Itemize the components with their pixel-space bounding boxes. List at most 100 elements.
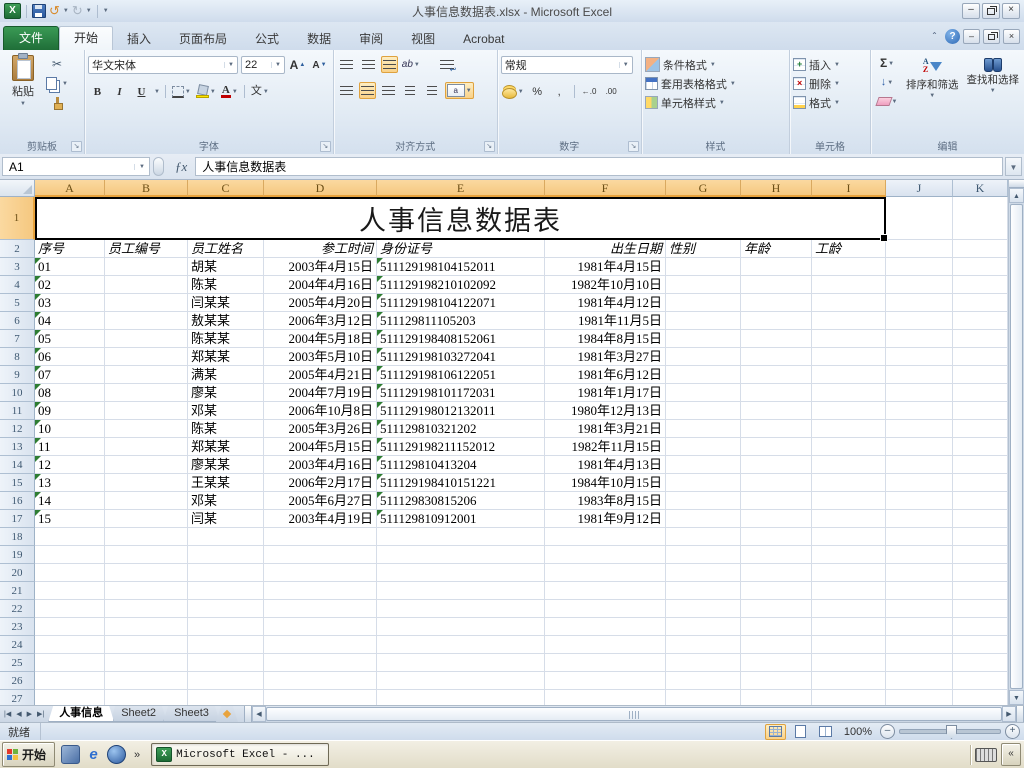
cell-E6[interactable]: 511129811105203 xyxy=(377,312,545,330)
cell-C11[interactable]: 邓某 xyxy=(188,402,264,420)
cell-A2[interactable]: 序号 xyxy=(35,240,105,258)
cell-K21[interactable] xyxy=(953,582,1008,600)
cell-E13[interactable]: 511129198211152012 xyxy=(377,438,545,456)
cell-I7[interactable] xyxy=(812,330,886,348)
cell-H8[interactable] xyxy=(741,348,812,366)
cell-J18[interactable] xyxy=(886,528,953,546)
cell-F26[interactable] xyxy=(545,672,666,690)
cell-H11[interactable] xyxy=(741,402,812,420)
cell-H10[interactable] xyxy=(741,384,812,402)
cell-K13[interactable] xyxy=(953,438,1008,456)
expand-formula-bar-button[interactable]: ▼ xyxy=(1005,157,1022,176)
redo-dropdown[interactable]: ▼ xyxy=(86,8,92,14)
column-header-G[interactable]: G xyxy=(666,180,741,197)
cell-K16[interactable] xyxy=(953,492,1008,510)
font-color-button[interactable]: A ▼ xyxy=(220,83,239,100)
cell-A7[interactable]: 05 xyxy=(35,330,105,348)
cell-H26[interactable] xyxy=(741,672,812,690)
show-desktop-icon[interactable] xyxy=(61,745,81,764)
cell-C15[interactable]: 王某某 xyxy=(188,474,264,492)
merge-center-button[interactable]: a ▼ xyxy=(444,82,474,99)
column-header-E[interactable]: E xyxy=(377,180,545,197)
cell-F27[interactable] xyxy=(545,690,666,705)
cell-F24[interactable] xyxy=(545,636,666,654)
column-header-A[interactable]: A xyxy=(35,180,105,197)
row-header-4[interactable]: 4 xyxy=(0,276,35,294)
cell-G10[interactable] xyxy=(666,384,741,402)
cell-C26[interactable] xyxy=(188,672,264,690)
cell-I25[interactable] xyxy=(812,654,886,672)
underline-button[interactable]: U xyxy=(132,83,151,100)
cell-G26[interactable] xyxy=(666,672,741,690)
find-select-button[interactable]: 查找和选择 ▼ xyxy=(965,55,1022,110)
cell-F5[interactable]: 1981年4月12日 xyxy=(545,294,666,312)
cell-B15[interactable] xyxy=(105,474,188,492)
horizontal-split-handle-end[interactable] xyxy=(1016,706,1024,722)
cell-G3[interactable] xyxy=(666,258,741,276)
cell-B8[interactable] xyxy=(105,348,188,366)
cell-J5[interactable] xyxy=(886,294,953,312)
workbook-minimize-button[interactable]: – xyxy=(963,29,980,44)
column-header-F[interactable]: F xyxy=(545,180,666,197)
sort-filter-button[interactable]: AZ 排序和筛选 ▼ xyxy=(904,55,961,110)
cell-B25[interactable] xyxy=(105,654,188,672)
cell-H6[interactable] xyxy=(741,312,812,330)
selection-fill-handle[interactable] xyxy=(880,234,888,242)
zoom-out-button[interactable]: – xyxy=(880,724,895,739)
cell-E18[interactable] xyxy=(377,528,545,546)
cell-J21[interactable] xyxy=(886,582,953,600)
accounting-format-button[interactable]: ▼ xyxy=(501,83,525,100)
row-header-20[interactable]: 20 xyxy=(0,564,35,582)
cell-A15[interactable]: 13 xyxy=(35,474,105,492)
cell-B21[interactable] xyxy=(105,582,188,600)
cell-F15[interactable]: 1984年10月15日 xyxy=(545,474,666,492)
cell-E9[interactable]: 511129198106122051 xyxy=(377,366,545,384)
cell-B7[interactable] xyxy=(105,330,188,348)
phonetic-button[interactable]: 文 ▼ xyxy=(250,83,270,100)
cell-K5[interactable] xyxy=(953,294,1008,312)
cell-D20[interactable] xyxy=(264,564,377,582)
last-sheet-button[interactable]: ▶| xyxy=(35,707,46,722)
cell-D10[interactable]: 2004年7月19日 xyxy=(264,384,377,402)
row-header-14[interactable]: 14 xyxy=(0,456,35,474)
cell-C5[interactable]: 闫某某 xyxy=(188,294,264,312)
cell-F20[interactable] xyxy=(545,564,666,582)
cell-B27[interactable] xyxy=(105,690,188,705)
decrease-indent-button[interactable] xyxy=(401,82,420,99)
cell-C22[interactable] xyxy=(188,600,264,618)
cell-C16[interactable]: 邓某 xyxy=(188,492,264,510)
cell-K2[interactable] xyxy=(953,240,1008,258)
cell-C27[interactable] xyxy=(188,690,264,705)
cell-J1[interactable] xyxy=(886,197,953,240)
cell-E23[interactable] xyxy=(377,618,545,636)
save-button[interactable] xyxy=(32,4,46,18)
row-header-13[interactable]: 13 xyxy=(0,438,35,456)
keyboard-language-icon[interactable] xyxy=(975,747,997,762)
cell-C24[interactable] xyxy=(188,636,264,654)
formula-bar-grip[interactable] xyxy=(153,157,164,176)
scroll-left-button[interactable]: ◀ xyxy=(251,706,266,722)
cell-D2[interactable]: 参工时间 xyxy=(264,240,377,258)
cell-C4[interactable]: 陈某 xyxy=(188,276,264,294)
cell-D27[interactable] xyxy=(264,690,377,705)
cell-J9[interactable] xyxy=(886,366,953,384)
cell-I14[interactable] xyxy=(812,456,886,474)
cell-I16[interactable] xyxy=(812,492,886,510)
cell-H18[interactable] xyxy=(741,528,812,546)
cell-J26[interactable] xyxy=(886,672,953,690)
cell-B20[interactable] xyxy=(105,564,188,582)
sheet-tab-Sheet3[interactable]: Sheet3 xyxy=(163,706,220,722)
cell-I2[interactable]: 工龄 xyxy=(812,240,886,258)
row-header-16[interactable]: 16 xyxy=(0,492,35,510)
row-header-12[interactable]: 12 xyxy=(0,420,35,438)
row-header-7[interactable]: 7 xyxy=(0,330,35,348)
styles-item-条件格式[interactable]: 条件格式 ▼ xyxy=(644,55,786,74)
cell-C6[interactable]: 敖某某 xyxy=(188,312,264,330)
alignment-dialog-launcher[interactable]: ↘ xyxy=(483,141,495,152)
ribbon-tab-公式[interactable]: 公式 xyxy=(241,28,293,50)
clear-button[interactable]: ▼ xyxy=(874,93,900,110)
ribbon-tab-插入[interactable]: 插入 xyxy=(113,28,165,50)
increase-decimal-button[interactable]: ←.0 xyxy=(580,83,599,100)
cell-K10[interactable] xyxy=(953,384,1008,402)
cell-E25[interactable] xyxy=(377,654,545,672)
